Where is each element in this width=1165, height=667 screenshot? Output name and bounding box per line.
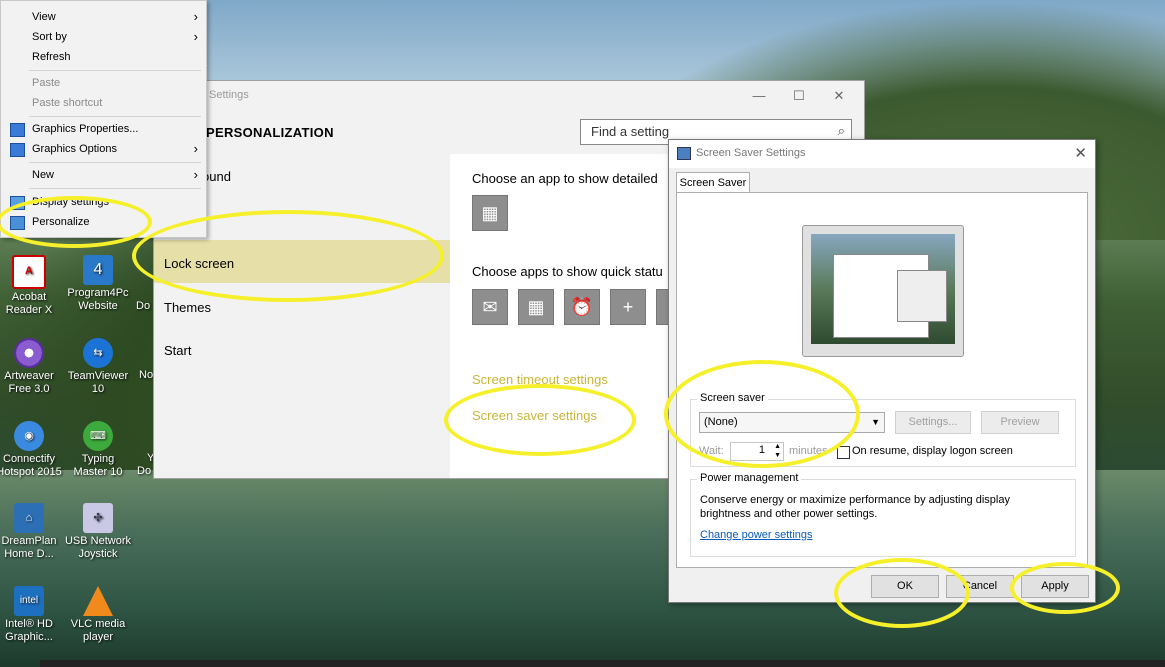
graphics-icon xyxy=(10,143,25,157)
dialog-title: Screen Saver Settings xyxy=(696,147,806,159)
chevron-right-icon: › xyxy=(193,167,198,182)
acrobat-reader-icon[interactable]: A Acobat Reader X xyxy=(0,255,64,317)
preview-screen xyxy=(811,234,955,344)
partial-icon-label: Do xyxy=(136,300,151,312)
highlight-apply-button xyxy=(1010,562,1120,614)
power-description-2: brightness and other power settings. xyxy=(700,508,878,520)
menu-item-graphics-properties[interactable]: Graphics Properties... xyxy=(1,119,206,139)
partial-icon-label: No xyxy=(139,369,154,381)
power-group-label: Power management xyxy=(697,472,802,484)
highlight-screen-saver-group xyxy=(664,360,860,468)
usb-joystick-icon[interactable]: ✣ USB Network Joystick xyxy=(63,503,133,561)
search-icon: ⌕ xyxy=(837,123,845,138)
menu-item-refresh[interactable]: Refresh xyxy=(1,47,206,67)
chevron-down-icon: ▼ xyxy=(871,417,880,427)
menu-item-paste-shortcut[interactable]: Paste shortcut xyxy=(1,93,206,113)
preview-button[interactable]: Preview xyxy=(981,411,1059,434)
highlight-lock-screen xyxy=(132,210,444,302)
menu-separator xyxy=(29,116,201,117)
close-icon[interactable]: ✕ xyxy=(1074,144,1087,162)
program4pc-website-icon[interactable]: 4 Program4Pc Website xyxy=(63,255,133,313)
menu-item-graphics-options[interactable]: Graphics Options › xyxy=(1,139,206,159)
highlight-ok-button xyxy=(834,558,970,628)
resume-checkbox[interactable] xyxy=(837,446,850,459)
menu-item-view[interactable]: View › xyxy=(1,7,206,27)
menu-separator xyxy=(29,162,201,163)
minimize-button[interactable]: — xyxy=(744,85,774,107)
monitor-icon xyxy=(677,147,691,160)
settings-title: Settings xyxy=(209,89,249,101)
resume-label: On resume, display logon screen xyxy=(852,445,1013,457)
menu-item-sort-by[interactable]: Sort by › xyxy=(1,27,206,47)
artweaver-icon[interactable]: Artweaver Free 3.0 xyxy=(0,338,64,396)
acrobat-reader-label: Acobat xyxy=(11,291,47,303)
chevron-right-icon: › xyxy=(193,141,198,156)
highlight-screen-saver-link xyxy=(444,384,636,456)
close-button[interactable]: ✕ xyxy=(824,85,854,107)
power-management-group: Power management Conserve energy or maxi… xyxy=(690,472,1076,557)
power-description: Conserve energy or maximize performance … xyxy=(700,494,1010,506)
mail-app-button[interactable]: ✉ xyxy=(472,289,508,325)
sidebar-item-start[interactable]: Start xyxy=(164,343,191,358)
search-placeholder: Find a setting xyxy=(591,124,670,139)
menu-separator xyxy=(29,188,201,189)
dialog-titlebar: Screen Saver Settings ✕ xyxy=(669,140,1095,168)
tab-screen-saver[interactable]: Screen Saver xyxy=(676,172,750,193)
settings-button[interactable]: Settings... xyxy=(895,411,971,434)
menu-item-new[interactable]: New › xyxy=(1,165,206,185)
change-power-settings-link[interactable]: Change power settings xyxy=(700,529,813,541)
alarm-app-button[interactable]: ⏰ xyxy=(564,289,600,325)
intel-graphics-icon[interactable]: intel Intel® HD Graphic... xyxy=(0,586,64,644)
maximize-button[interactable]: ☐ xyxy=(784,85,814,107)
page-title: PERSONALIZATION xyxy=(206,125,334,140)
detailed-status-label: Choose an app to show detailed xyxy=(472,171,658,186)
settings-titlebar: Settings — ☐ ✕ xyxy=(154,81,864,111)
menu-item-paste[interactable]: Paste xyxy=(1,73,206,93)
typing-master-icon[interactable]: ⌨ Typing Master 10 xyxy=(63,421,133,479)
calendar-app-button[interactable]: ▦ xyxy=(472,195,508,231)
taskbar xyxy=(40,660,1165,667)
partial-icon-label: Do xyxy=(137,465,152,477)
dreamplan-icon[interactable]: ⌂ DreamPlan Home D... xyxy=(0,503,64,561)
add-app-button[interactable]: + xyxy=(610,289,646,325)
quick-status-label: Choose apps to show quick statu xyxy=(472,264,663,279)
chevron-right-icon: › xyxy=(193,9,198,24)
sidebar-item-themes[interactable]: Themes xyxy=(164,300,211,315)
calendar-app-button-2[interactable]: ▦ xyxy=(518,289,554,325)
connectify-icon[interactable]: ◉ Connectify Hotspot 2015 xyxy=(0,421,64,479)
menu-separator xyxy=(29,70,201,71)
highlight-personalize xyxy=(0,196,152,248)
teamviewer-icon[interactable]: ⇆ TeamViewer 10 xyxy=(63,338,133,396)
monitor-preview xyxy=(802,225,964,357)
graphics-icon xyxy=(10,123,25,137)
chevron-right-icon: › xyxy=(193,29,198,44)
vlc-player-icon[interactable]: VLC media player xyxy=(63,586,133,644)
